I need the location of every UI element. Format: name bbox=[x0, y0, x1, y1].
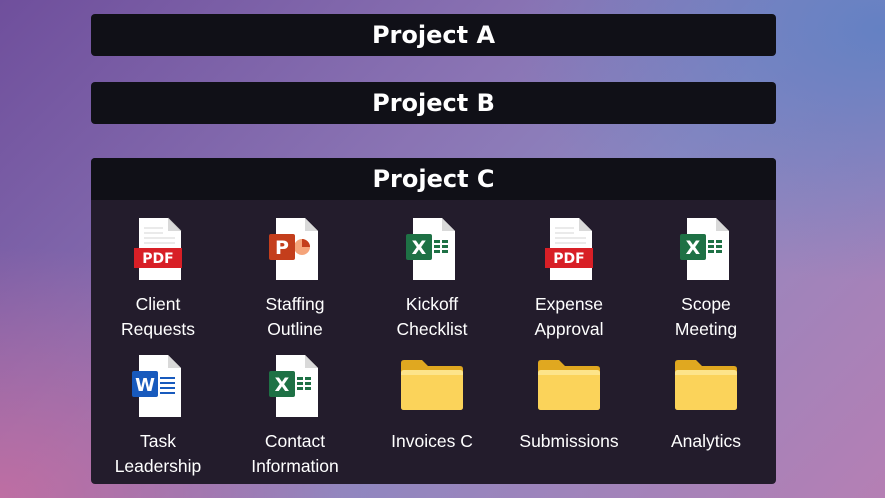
project-c-panel: Project C PDF Client Requests P Staffing… bbox=[91, 158, 776, 484]
file-label: Kickoff Checklist bbox=[396, 294, 468, 339]
file-kickoff-checklist[interactable]: X Kickoff Checklist bbox=[367, 214, 497, 342]
project-a-title: Project A bbox=[371, 21, 496, 49]
pdf-file-icon: PDF bbox=[134, 217, 182, 280]
pdf-file-icon: PDF bbox=[545, 218, 593, 280]
file-label: Staffing Outline bbox=[265, 294, 325, 339]
folder-invoices-c[interactable]: Invoices C bbox=[367, 351, 497, 454]
folder-icon bbox=[675, 360, 737, 410]
file-client-requests[interactable]: PDF Client Requests bbox=[93, 214, 223, 342]
svg-text:X: X bbox=[412, 237, 427, 259]
excel-file-icon: X bbox=[680, 218, 729, 280]
folder-submissions[interactable]: Submissions bbox=[504, 351, 634, 454]
excel-file-icon: X bbox=[269, 355, 318, 417]
file-staffing-outline[interactable]: P Staffing Outline bbox=[230, 214, 360, 342]
project-b-title: Project B bbox=[372, 89, 495, 117]
project-c-header[interactable]: Project C bbox=[91, 158, 776, 200]
file-contact-information[interactable]: X Contact Information bbox=[230, 351, 360, 479]
folder-label: Submissions bbox=[519, 431, 619, 451]
project-a-header[interactable]: Project A bbox=[91, 14, 776, 56]
svg-text:PDF: PDF bbox=[142, 251, 173, 267]
powerpoint-file-icon: P bbox=[269, 218, 318, 280]
file-scope-meeting[interactable]: X Scope Meeting bbox=[641, 214, 771, 342]
file-label: Task Leadership bbox=[114, 431, 202, 476]
svg-text:PDF: PDF bbox=[553, 251, 584, 267]
word-file-icon: W bbox=[132, 355, 181, 417]
folder-icon bbox=[401, 360, 463, 410]
svg-text:X: X bbox=[686, 237, 701, 259]
folder-label: Invoices C bbox=[391, 431, 473, 451]
file-task-leadership[interactable]: W Task Leadership bbox=[93, 351, 223, 479]
file-label: Contact Information bbox=[251, 431, 339, 476]
file-label: Scope Meeting bbox=[674, 294, 738, 339]
folder-analytics[interactable]: Analytics bbox=[641, 351, 771, 454]
svg-text:W: W bbox=[135, 375, 155, 396]
folder-label: Analytics bbox=[670, 431, 742, 451]
file-expense-approval[interactable]: PDF Expense Approval bbox=[504, 214, 634, 342]
file-label: Expense Approval bbox=[534, 294, 604, 339]
excel-file-icon: X bbox=[406, 218, 455, 280]
svg-text:X: X bbox=[275, 374, 290, 396]
folder-icon bbox=[538, 360, 600, 410]
project-b-header[interactable]: Project B bbox=[91, 82, 776, 124]
project-c-title: Project C bbox=[372, 165, 495, 193]
svg-text:P: P bbox=[275, 237, 289, 259]
file-label: Client Requests bbox=[121, 294, 195, 339]
